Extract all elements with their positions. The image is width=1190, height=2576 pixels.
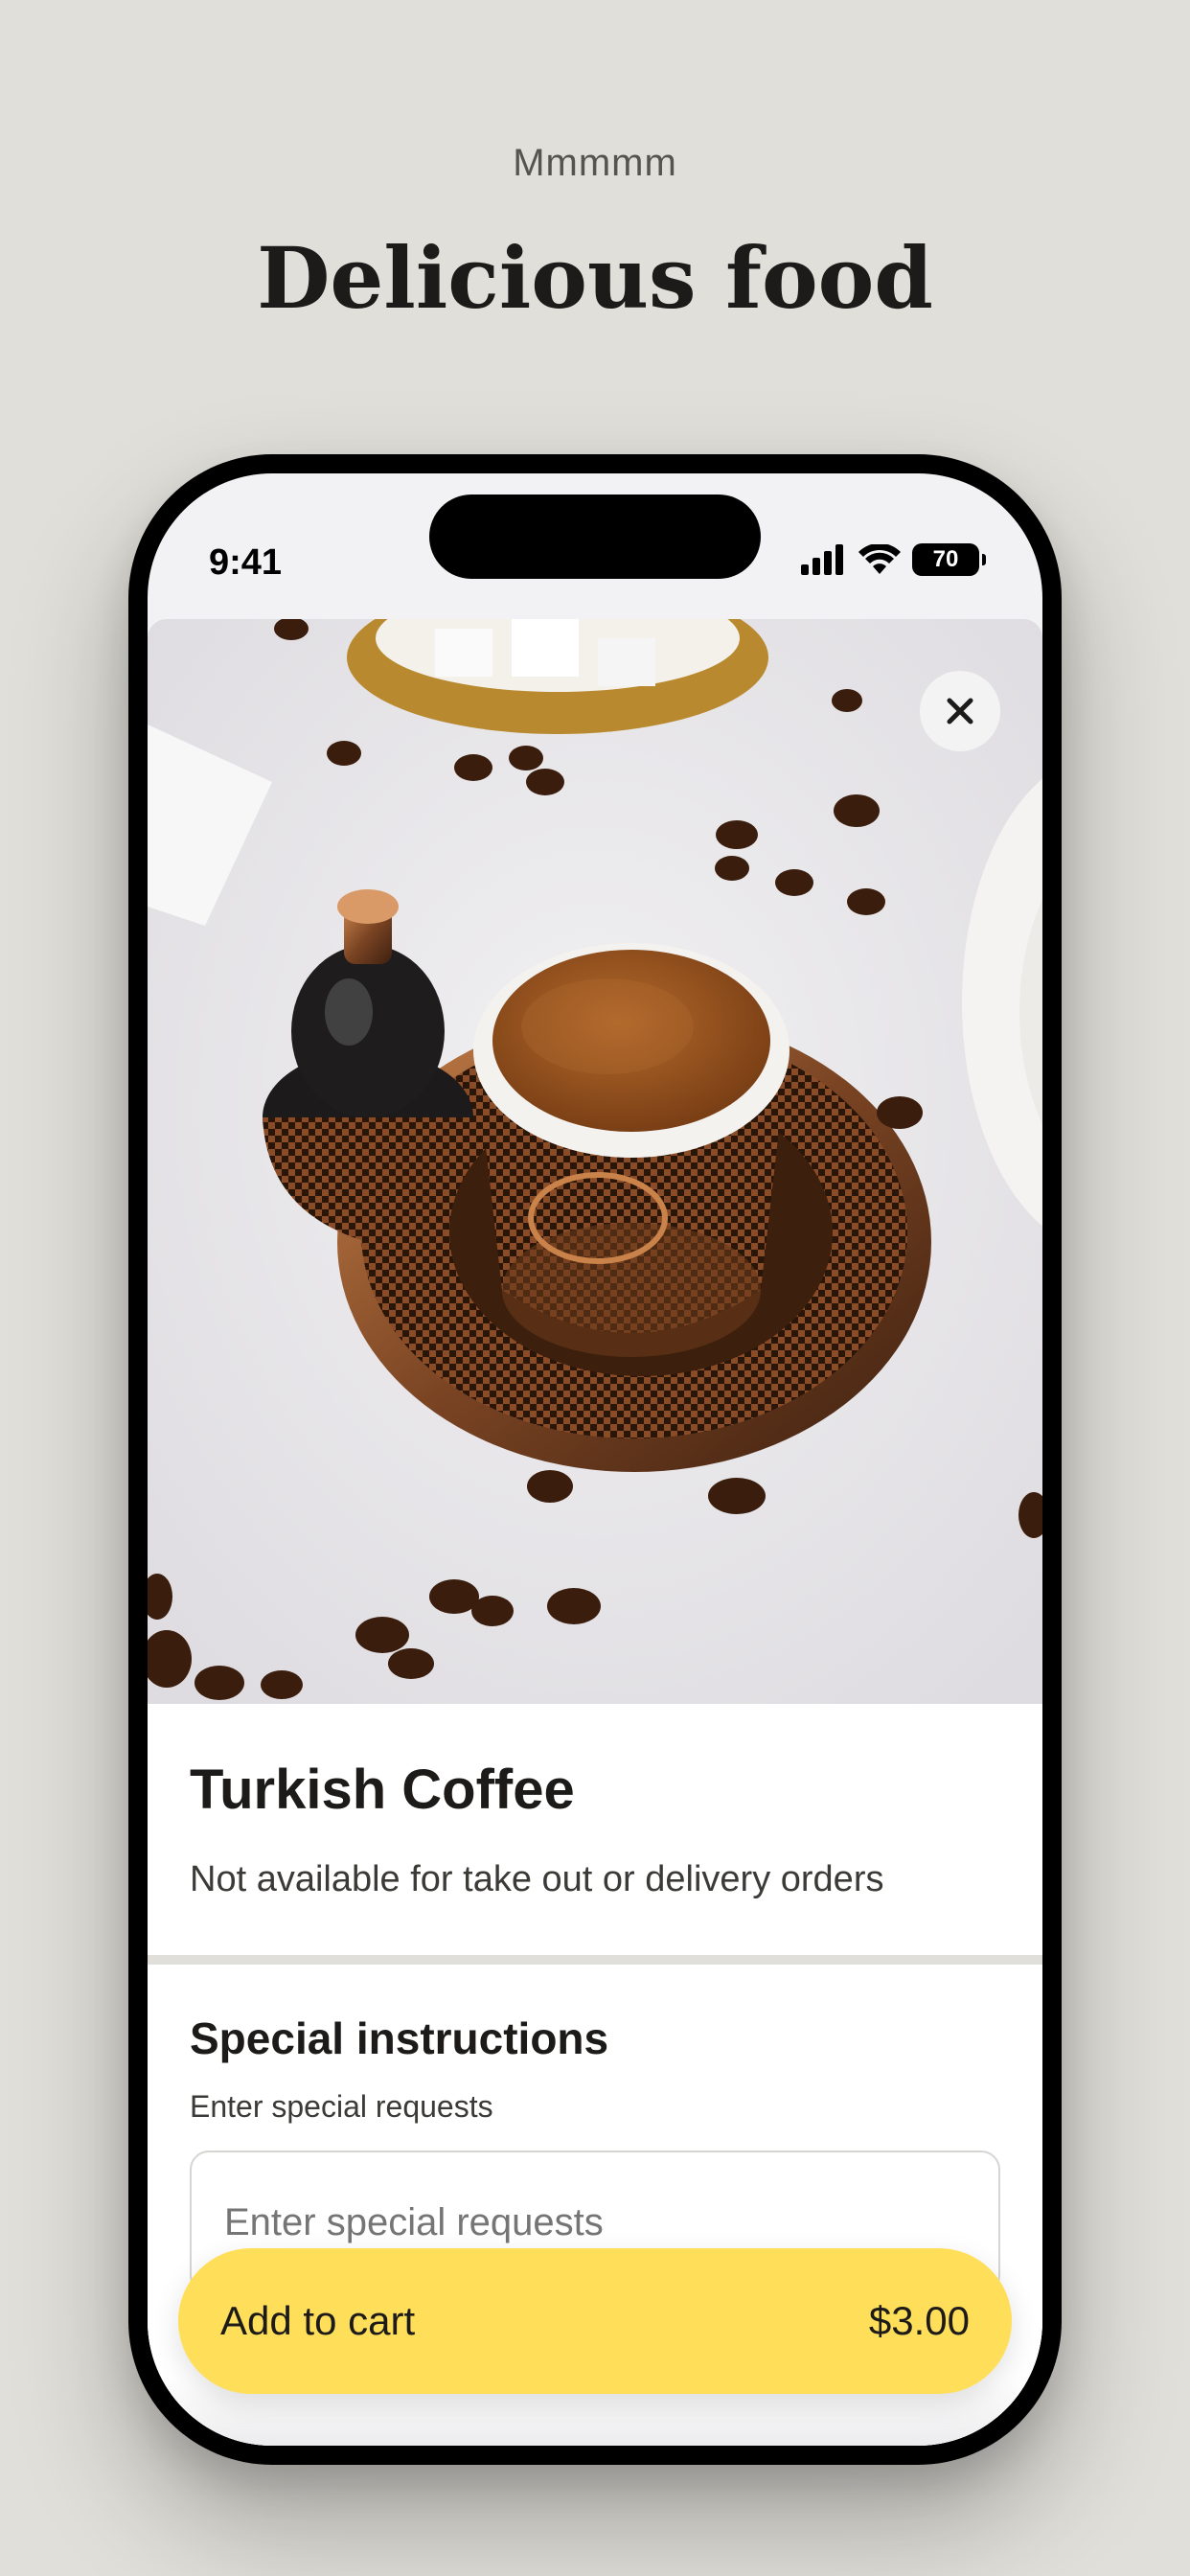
eyebrow-text: Mmmmm [513, 142, 677, 184]
add-to-cart-label: Add to cart [220, 2298, 416, 2343]
add-to-cart-button[interactable]: Add to cart $3.00 [178, 2248, 1012, 2394]
phone-screen: 9:41 70 Turkish Coffee Not available for… [148, 473, 1042, 2446]
battery-icon: 70 [912, 543, 986, 576]
special-instructions-title: Special instructions [190, 2013, 609, 2063]
headline: Delicious food [257, 228, 933, 328]
status-bar: 9:41 70 [148, 473, 1042, 617]
item-title: Turkish Coffee [190, 1759, 575, 1821]
item-photo [148, 619, 1042, 1704]
signal-icon [801, 544, 843, 575]
status-time: 9:41 [209, 542, 283, 583]
item-availability-note: Not available for take out or delivery o… [190, 1859, 884, 1899]
close-button[interactable] [920, 671, 1000, 751]
phone-frame: 9:41 70 Turkish Coffee Not available for… [128, 454, 1062, 2465]
battery-level: 70 [932, 546, 959, 572]
turkish-coffee-photo [148, 619, 1042, 1704]
close-icon [947, 698, 973, 724]
section-divider [148, 1955, 1042, 1965]
wifi-icon [858, 544, 901, 574]
item-info: Turkish Coffee Not available for take ou… [148, 1704, 1042, 1955]
special-instructions-label: Enter special requests [190, 2089, 493, 2124]
dynamic-island [429, 494, 761, 579]
item-sheet: Turkish Coffee Not available for take ou… [148, 619, 1042, 2446]
status-icons: 70 [801, 539, 986, 581]
cart-price: $3.00 [868, 2298, 970, 2343]
